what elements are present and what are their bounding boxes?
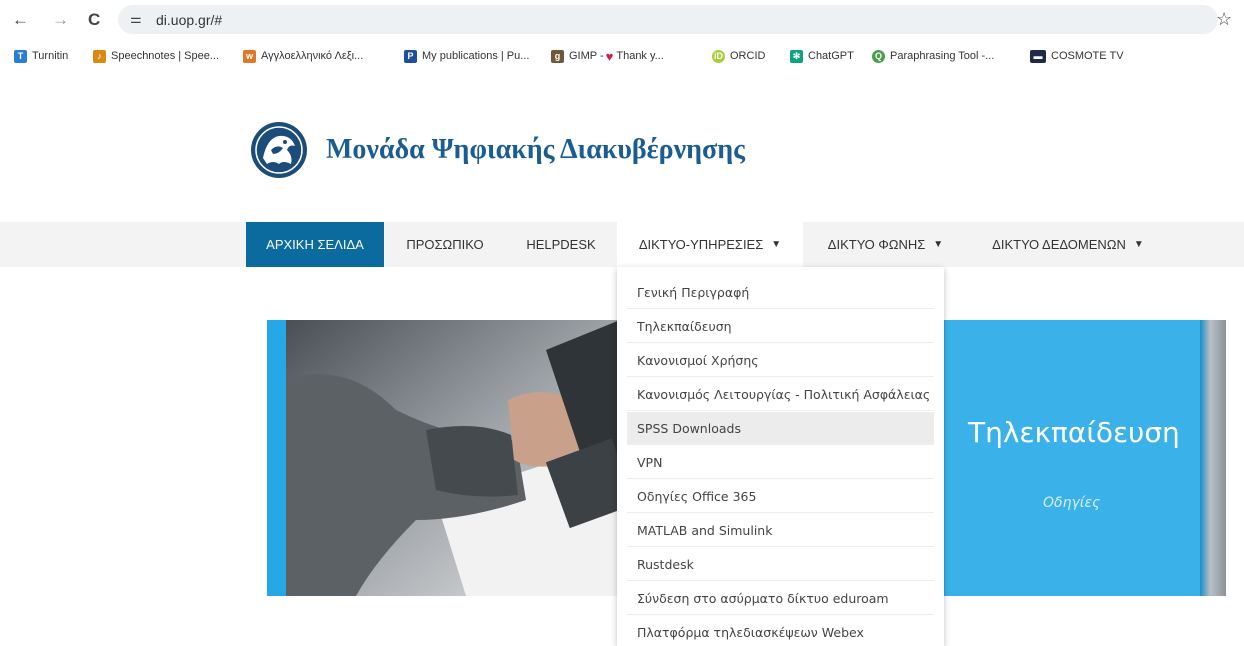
orcid-icon: iD [712,49,725,63]
bookmark-label: Turnitin [32,50,69,62]
chevron-down-icon: ▼ [1133,239,1144,250]
publons-icon: P [404,49,417,63]
hero-photo [286,320,620,596]
menu-item-staff[interactable]: ΠΡΟΣΩΠΙΚΟ [387,222,503,267]
bookmark-label: COSMOTE TV [1051,50,1124,62]
dropdown-item-general-description[interactable]: Γενική Περιγραφή [627,276,934,309]
wordreference-icon: w [243,49,256,63]
menu-item-label: ΔΙΚΤΥΟ-ΥΠΗΡΕΣΙΕΣ [638,237,764,252]
bookmark-label: My publications | Pu... [422,50,530,62]
bookmark-publons[interactable]: P My publications | Pu... [404,47,529,65]
url-text[interactable]: di.uop.gr/# [156,10,222,30]
menu-item-helpdesk[interactable]: HELPDESK [510,222,612,267]
site-info-icon[interactable]: ⚌ [130,9,142,29]
browser-toolbar: ← → C ⚌ di.uop.gr/# ☆ [0,0,1244,40]
menu-item-label: HELPDESK [526,237,596,252]
bookmark-quillbot[interactable]: Q Paraphrasing Tool -... [872,47,994,65]
chevron-down-icon: ▼ [771,239,782,250]
dropdown-item-usage-rules[interactable]: Κανονισμοί Χρήσης [627,344,934,377]
bookmark-speechnotes[interactable]: ♪ Speechnotes | Spee... [93,47,219,65]
bookmark-wordreference[interactable]: w Αγγλοελληνικό Λεξι... [243,47,363,65]
bookmark-turnitin[interactable]: T Turnitin [14,47,68,65]
dropdown-item-elearning[interactable]: Τηλεκπαίδευση [627,310,934,343]
dropdown-item-security-policy[interactable]: Κανονισμός Λειτουργίας - Πολιτική Ασφάλε… [627,378,934,411]
address-bar[interactable] [118,5,1218,34]
menu-item-home[interactable]: ΑΡΧΙΚΗ ΣΕΛΙΔΑ [246,222,384,267]
dropdown-item-webex[interactable]: Πλατφόρμα τηλεδιασκέψεων Webex [627,616,934,646]
heart-icon: ♥ [605,48,614,64]
hero-panel [945,320,1200,596]
dropdown-item-vpn[interactable]: VPN [627,446,934,479]
back-icon[interactable]: ← [12,8,29,32]
bookmark-label: GIMP - [569,50,604,62]
site-title[interactable]: Μονάδα Ψηφιακής Διακυβέρνησης [326,134,745,166]
quillbot-icon: Q [872,49,885,63]
menu-item-network-services[interactable]: ΔΙΚΤΥΟ-ΥΠΗΡΕΣΙΕΣ ▼ [617,222,803,267]
dropdown-item-matlab[interactable]: MATLAB and Simulink [627,514,934,547]
forward-icon[interactable]: → [52,8,69,32]
bookmark-label: Αγγλοελληνικό Λεξι... [261,50,364,62]
bookmarks-bar: T Turnitin ♪ Speechnotes | Spee... w Αγγ… [0,40,1244,70]
bookmark-label: Thank y... [616,50,664,62]
bookmark-orcid[interactable]: iD ORCID [712,47,765,65]
turnitin-icon: T [14,49,27,63]
dropdown-item-spss-downloads[interactable]: SPSS Downloads [627,412,934,445]
reload-icon[interactable]: C [88,8,100,32]
bookmark-chatgpt[interactable]: ✻ ChatGPT [790,47,854,65]
cosmote-icon: ▬ [1030,49,1046,63]
menu-item-label: ΠΡΟΣΩΠΙΚΟ [406,237,484,252]
network-services-dropdown: Γενική Περιγραφή Τηλεκπαίδευση Κανονισμο… [617,267,944,646]
speechnotes-icon: ♪ [93,49,106,63]
bookmark-gimp[interactable]: g GIMP - ♥ Thank y... [551,47,664,65]
chevron-down-icon: ▼ [933,239,944,250]
chatgpt-icon: ✻ [790,49,803,63]
dropdown-item-office365[interactable]: Οδηγίες Office 365 [627,480,934,513]
hero-subtitle-link[interactable]: Οδηγίες [1043,495,1100,511]
menu-item-label: ΔΙΚΤΥΟ ΦΩΝΗΣ [827,237,926,252]
gimp-icon: g [551,49,564,63]
menu-item-label: ΑΡΧΙΚΗ ΣΕΛΙΔΑ [266,237,364,252]
dropdown-item-rustdesk[interactable]: Rustdesk [627,548,934,581]
bookmark-label: ChatGPT [808,50,854,62]
menu-item-data-network[interactable]: ΔΙΚΤΥΟ ΔΕΔΟΜΕΝΩΝ ▼ [970,222,1166,267]
bookmark-star-icon[interactable]: ☆ [1216,7,1232,31]
menu-item-voice-network[interactable]: ΔΙΚΤΥΟ ΦΩΝΗΣ ▼ [808,222,963,267]
hero-next-slide-edge [1200,320,1226,596]
dropdown-item-eduroam[interactable]: Σύνδεση στο ασύρματο δίκτυο eduroam [627,582,934,615]
bookmark-label: ORCID [730,50,766,62]
bookmark-label: Paraphrasing Tool -... [890,50,995,62]
hero-title[interactable]: Τηλεκπαίδευση [968,416,1180,449]
bookmark-cosmote[interactable]: ▬ COSMOTE TV [1030,47,1124,65]
bookmark-label: Speechnotes | Spee... [111,50,220,62]
university-logo[interactable] [247,120,311,180]
menu-item-label: ΔΙΚΤΥΟ ΔΕΔΟΜΕΝΩΝ [992,237,1126,252]
